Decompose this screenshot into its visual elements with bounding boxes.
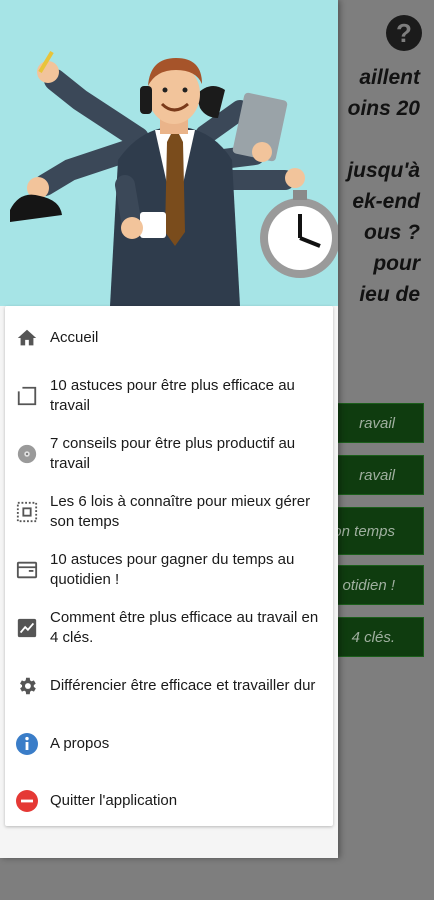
dotted-frame-icon <box>14 499 40 525</box>
menu-item-label: Les 6 lois à connaître pour mieux gérer … <box>50 493 311 530</box>
menu-item-differencier[interactable]: Différencier être efficace et travailler… <box>5 664 333 708</box>
menu-item-label: Quitter l'application <box>50 792 178 809</box>
menu-item-6-lois[interactable]: Les 6 lois à connaître pour mieux gérer … <box>5 490 333 534</box>
menu-item-10-astuces-temps[interactable]: 10 astuces pour gagner du temps au quoti… <box>5 548 333 592</box>
disc-icon <box>14 441 40 467</box>
menu-item-10-astuces-efficace[interactable]: 10 astuces pour être plus efficace au tr… <box>5 374 333 418</box>
menu-item-label: Différencier être efficace et travailler… <box>50 677 316 694</box>
menu-item-label: A propos <box>50 735 110 752</box>
menu-item-quit[interactable]: Quitter l'application <box>5 783 333 819</box>
menu-item-4-cles[interactable]: Comment être plus efficace au travail en… <box>5 606 333 650</box>
exit-icon <box>14 788 40 814</box>
gear-icon <box>14 673 40 699</box>
square-icon <box>14 383 40 409</box>
help-button[interactable]: ? <box>386 15 422 51</box>
navigation-drawer: Accueil 10 astuces pour être plus effica… <box>0 0 338 858</box>
menu-item-label: 10 astuces pour gagner du temps au quoti… <box>50 551 295 588</box>
menu-item-about[interactable]: A propos <box>5 726 333 762</box>
info-icon <box>14 731 40 757</box>
drawer-header-illustration <box>0 0 338 306</box>
menu-item-label: 10 astuces pour être plus efficace au tr… <box>50 377 295 414</box>
menu-item-label: Comment être plus efficace au travail en… <box>50 609 319 646</box>
menu-item-label: Accueil <box>50 329 99 346</box>
menu-item-7-conseils[interactable]: 7 conseils pour être plus productif au t… <box>5 432 333 476</box>
busy-businessman-illustration <box>10 50 338 306</box>
menu-item-home[interactable]: Accueil <box>5 320 333 356</box>
window-icon <box>14 557 40 583</box>
menu-item-label: 7 conseils pour être plus productif au t… <box>50 435 296 472</box>
chart-icon <box>14 615 40 641</box>
home-icon <box>14 325 40 351</box>
drawer-menu: Accueil 10 astuces pour être plus effica… <box>5 306 333 826</box>
